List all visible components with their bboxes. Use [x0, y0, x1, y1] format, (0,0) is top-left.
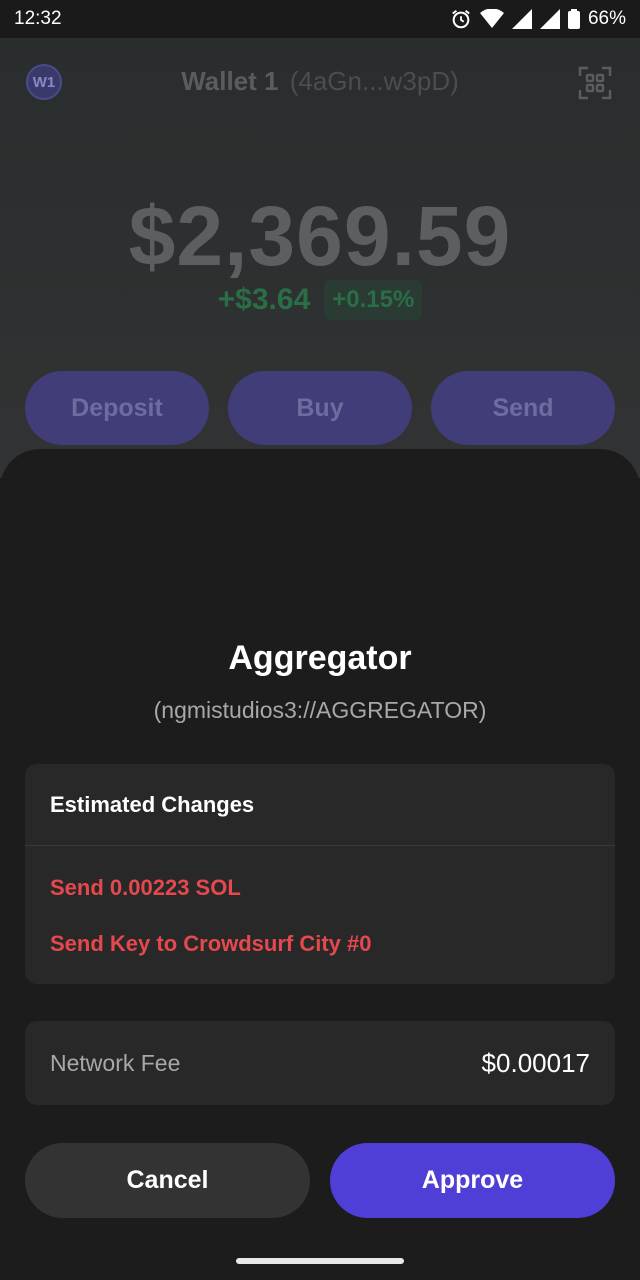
- status-bar: 12:32 66%: [0, 0, 640, 38]
- battery-percent: 66%: [587, 8, 626, 29]
- approval-actions: Cancel Approve: [25, 1143, 615, 1218]
- change-item: Send Key to Crowdsurf City #0: [50, 931, 372, 956]
- wallet-screen-background: W1 Wallet 1 (4aGn...w3pD) $2,369.59 +$3.…: [0, 38, 640, 478]
- wallet-header: W1 Wallet 1 (4aGn...w3pD): [0, 60, 640, 104]
- wallet-title[interactable]: Wallet 1 (4aGn...w3pD): [0, 66, 640, 97]
- battery-icon: [567, 9, 580, 29]
- cancel-button[interactable]: Cancel: [25, 1143, 310, 1218]
- network-fee-label: Network Fee: [50, 1049, 181, 1076]
- wallet-actions: Deposit Buy Send: [25, 371, 615, 445]
- qr-scan-icon[interactable]: [578, 66, 612, 100]
- approve-button[interactable]: Approve: [330, 1143, 615, 1218]
- wallet-name: Wallet 1: [181, 66, 279, 96]
- requesting-app-origin: (ngmistudios3://AGGREGATOR): [153, 697, 487, 723]
- balance-change-percent: +0.15%: [324, 280, 423, 320]
- approval-sheet: Aggregator (ngmistudios3://AGGREGATOR) E…: [0, 449, 640, 1280]
- balance-change: +$3.64 +0.15%: [0, 280, 640, 320]
- home-indicator[interactable]: [236, 1258, 404, 1264]
- estimated-changes-card: Estimated Changes Send 0.00223 SOL Send …: [25, 764, 615, 984]
- balance-change-absolute: +$3.64: [217, 283, 311, 316]
- change-item: Send 0.00223 SOL: [50, 875, 241, 900]
- network-fee-card: Network Fee $0.00017: [25, 1021, 615, 1105]
- status-time: 12:32: [14, 8, 62, 29]
- signal-icon-2: [539, 9, 560, 29]
- signal-icon: [511, 9, 532, 29]
- wifi-icon: [479, 9, 504, 29]
- wallet-balance: $2,369.59: [128, 189, 512, 283]
- estimated-changes-title: Estimated Changes: [25, 764, 615, 846]
- deposit-button[interactable]: Deposit: [25, 371, 209, 445]
- requesting-app-name: Aggregator: [228, 639, 412, 677]
- send-button[interactable]: Send: [431, 371, 615, 445]
- wallet-address: (4aGn...w3pD): [289, 66, 459, 96]
- network-fee-value: $0.00017: [481, 1047, 590, 1078]
- alarm-icon: [450, 8, 472, 30]
- buy-button[interactable]: Buy: [228, 371, 412, 445]
